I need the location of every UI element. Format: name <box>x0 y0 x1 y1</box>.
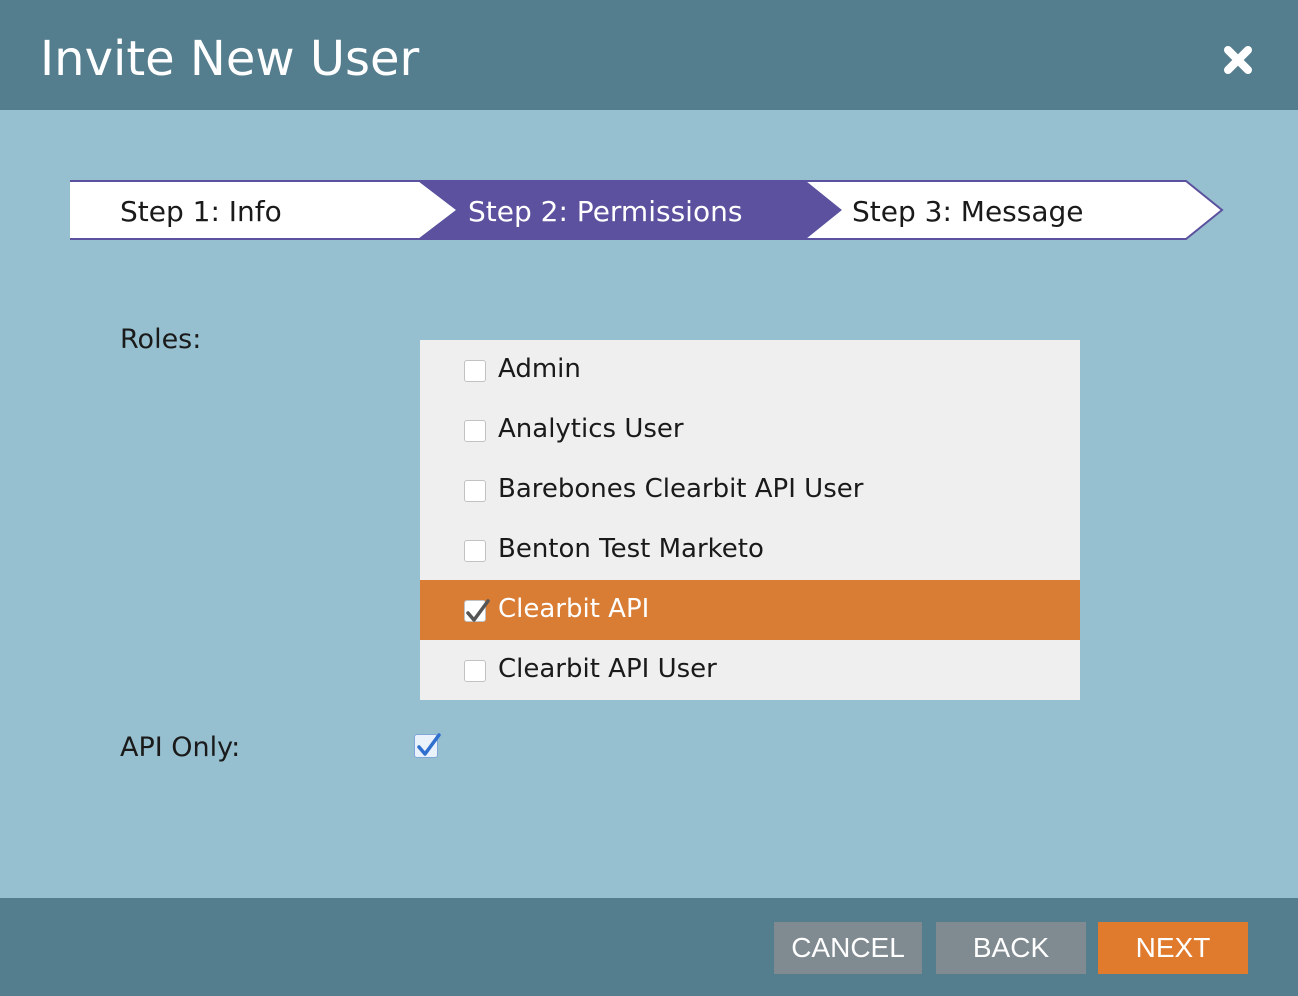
role-item-analytics-user[interactable]: Analytics User <box>420 400 1080 460</box>
checkmark-icon <box>466 599 490 622</box>
role-label: Analytics User <box>498 414 684 444</box>
role-label: Clearbit API User <box>498 654 717 684</box>
role-item-clearbit-api[interactable]: Clearbit API <box>420 580 1080 640</box>
role-checkbox[interactable] <box>464 660 486 682</box>
role-item-clearbit-api-user[interactable]: Clearbit API User <box>420 640 1080 700</box>
role-item-benton-test-marketo[interactable]: Benton Test Marketo <box>420 520 1080 580</box>
role-checkbox[interactable] <box>464 540 486 562</box>
back-button[interactable]: BACK <box>936 922 1086 974</box>
role-label: Barebones Clearbit API User <box>498 474 864 504</box>
roles-label: Roles: <box>120 324 202 355</box>
api-only-label: API Only: <box>120 732 241 763</box>
cancel-button[interactable]: CANCEL <box>774 922 922 974</box>
api-only-checkbox[interactable] <box>414 733 441 758</box>
step-wizard: Step 1: Info Step 2: Permissions Step 3:… <box>0 0 1298 300</box>
step-wizard-shapes <box>70 180 1224 240</box>
role-item-barebones-clearbit-api-user[interactable]: Barebones Clearbit API User <box>420 460 1080 520</box>
role-label: Clearbit API <box>498 594 650 624</box>
role-checkbox[interactable] <box>464 480 486 502</box>
role-checkbox-checked[interactable] <box>464 599 490 622</box>
role-label: Benton Test Marketo <box>498 534 764 564</box>
roles-list: Admin Analytics User Barebones Clearbit … <box>420 340 1080 700</box>
next-button[interactable]: NEXT <box>1098 922 1248 974</box>
step-1-label: Step 1: Info <box>120 195 282 228</box>
role-item-admin[interactable]: Admin <box>420 340 1080 400</box>
role-label: Admin <box>498 354 581 384</box>
checkmark-icon <box>417 733 441 756</box>
step-2-label: Step 2: Permissions <box>468 195 743 228</box>
role-checkbox[interactable] <box>464 360 486 382</box>
role-checkbox[interactable] <box>464 420 486 442</box>
step-3-label: Step 3: Message <box>852 195 1084 228</box>
